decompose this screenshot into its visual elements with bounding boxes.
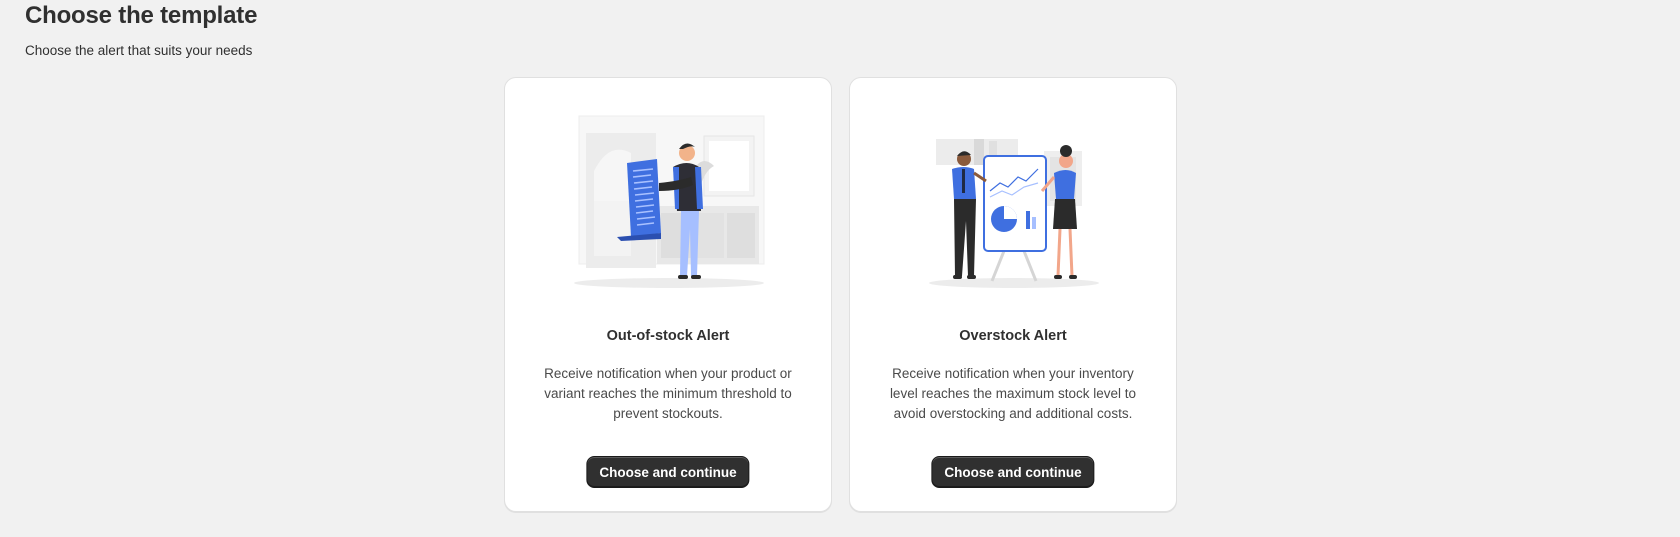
card-description: Receive notification when your inventory…: [889, 366, 1137, 421]
choose-and-continue-button[interactable]: Choose and continue: [931, 456, 1095, 488]
template-cards: Out-of-stock Alert Receive notification …: [504, 77, 1177, 512]
person-holding-list-illustration: [574, 115, 765, 288]
card-title: Out-of-stock Alert: [606, 328, 730, 344]
card-description: Receive notification when your product o…: [544, 366, 792, 421]
template-card-out-of-stock: Out-of-stock Alert Receive notification …: [504, 77, 832, 512]
two-people-presenting-chart-illustration: [929, 139, 1099, 288]
page-title: Choose the template: [25, 2, 258, 29]
page: Choose the template Choose the alert tha…: [0, 0, 1680, 537]
template-card-overstock: Overstock Alert Receive notification whe…: [849, 77, 1177, 512]
choose-and-continue-button[interactable]: Choose and continue: [586, 456, 750, 488]
page-subtitle: Choose the alert that suits your needs: [25, 43, 253, 58]
card-title: Overstock Alert: [959, 328, 1067, 344]
